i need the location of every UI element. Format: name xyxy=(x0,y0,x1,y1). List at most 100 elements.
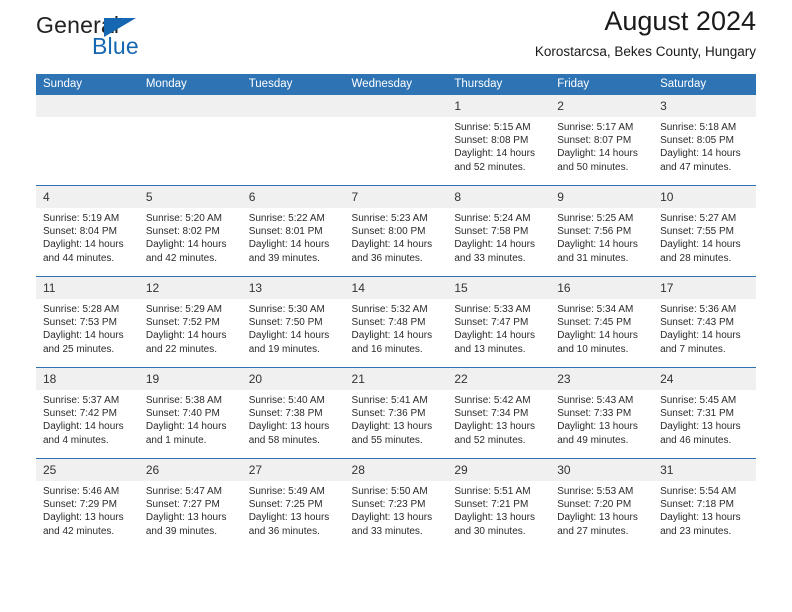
calendar-day-cell[interactable]: 7 Sunrise: 5:23 AM Sunset: 8:00 PM Daylight… xyxy=(344,185,448,277)
calendar-day-cell[interactable]: 5 Sunrise: 5:20 AM Sunset: 8:02 PM Daylight… xyxy=(138,185,242,277)
calendar-week-row: 11 Sunrise: 5:28 AM Sunset: 7:53 PM Dayligh… xyxy=(36,276,756,368)
calendar-day-cell[interactable]: 25 Sunrise: 5:46 AM Sunset: 7:29 PM Dayligh… xyxy=(36,458,139,549)
daylight-text: Daylight: 14 hours and 4 minutes. xyxy=(43,421,124,446)
sunset-text: Sunset: 7:25 PM xyxy=(248,499,323,511)
daylight-text: Daylight: 14 hours and 33 minutes. xyxy=(454,239,535,264)
daylight-text: Daylight: 14 hours and 42 minutes. xyxy=(145,239,227,264)
calendar-day-cell-empty xyxy=(36,95,139,186)
day-details: Sunrise: 5:27 AM Sunset: 7:55 PM Daylight:… xyxy=(653,208,756,265)
calendar-day-cell[interactable]: 11 Sunrise: 5:28 AM Sunset: 7:53 PM Dayligh… xyxy=(36,276,139,368)
sunset-text: Sunset: 7:48 PM xyxy=(351,317,426,329)
calendar-day-cell[interactable]: 16 Sunrise: 5:34 AM Sunset: 7:45 PM Dayligh… xyxy=(550,276,654,368)
calendar-day-cell[interactable]: 12 Sunrise: 5:29 AM Sunset: 7:52 PM Dayligh… xyxy=(138,276,242,368)
daylight-text: Daylight: 14 hours and 7 minutes. xyxy=(660,330,741,355)
sunset-text: Sunset: 7:53 PM xyxy=(43,317,117,329)
calendar-day-cell[interactable]: 24 Sunrise: 5:45 AM Sunset: 7:31 PM Dayligh… xyxy=(653,367,756,459)
calendar-day-cell[interactable]: 10 Sunrise: 5:27 AM Sunset: 7:55 PM Dayligh… xyxy=(653,185,756,277)
sunset-text: Sunset: 7:34 PM xyxy=(454,408,529,420)
calendar-day-cell[interactable]: 26 Sunrise: 5:47 AM Sunset: 7:27 PM Dayligh… xyxy=(138,458,242,549)
calendar-day-cell[interactable]: 2 Sunrise: 5:17 AM Sunset: 8:07 PM Daylight… xyxy=(550,95,654,186)
day-number: 22 xyxy=(447,368,551,390)
sunset-text: Sunset: 7:27 PM xyxy=(145,499,220,511)
sunrise-text: Sunrise: 5:27 AM xyxy=(660,213,737,224)
daylight-text: Daylight: 13 hours and 58 minutes. xyxy=(248,421,330,446)
calendar-day-cell[interactable]: 14 Sunrise: 5:32 AM Sunset: 7:48 PM Dayligh… xyxy=(344,276,448,368)
calendar-day-cell[interactable]: 29 Sunrise: 5:51 AM Sunset: 7:21 PM Dayligh… xyxy=(447,458,551,549)
day-details: Sunrise: 5:18 AM Sunset: 8:05 PM Daylight:… xyxy=(653,117,756,174)
sunset-text: Sunset: 7:18 PM xyxy=(660,499,734,511)
calendar-day-cell-empty xyxy=(138,95,242,186)
page-header: General Blue August 2024 Korostarcsa, Be… xyxy=(36,0,756,74)
day-details: Sunrise: 5:37 AM Sunset: 7:42 PM Daylight:… xyxy=(36,390,139,447)
weekday-header-monday: Monday xyxy=(138,74,242,95)
calendar-page: General Blue August 2024 Korostarcsa, Be… xyxy=(0,0,792,612)
day-number: 12 xyxy=(138,277,242,299)
sunrise-text: Sunrise: 5:29 AM xyxy=(145,304,222,315)
calendar-day-cell[interactable]: 15 Sunrise: 5:33 AM Sunset: 7:47 PM Dayligh… xyxy=(447,276,551,368)
weekday-header-friday: Friday xyxy=(550,74,654,95)
calendar-day-cell[interactable]: 1 Sunrise: 5:15 AM Sunset: 8:08 PM Daylight… xyxy=(447,95,551,186)
calendar-day-cell[interactable]: 8 Sunrise: 5:24 AM Sunset: 7:58 PM Daylight… xyxy=(447,185,551,277)
calendar-day-cell[interactable]: 18 Sunrise: 5:37 AM Sunset: 7:42 PM Dayligh… xyxy=(36,367,139,459)
day-details: Sunrise: 5:25 AM Sunset: 7:56 PM Daylight:… xyxy=(550,208,653,265)
sunset-text: Sunset: 7:56 PM xyxy=(557,226,632,238)
calendar-week-row: 25 Sunrise: 5:46 AM Sunset: 7:29 PM Dayligh… xyxy=(36,458,756,549)
day-number: 18 xyxy=(36,368,139,390)
day-number: 16 xyxy=(550,277,654,299)
calendar-day-cell[interactable]: 3 Sunrise: 5:18 AM Sunset: 8:05 PM Daylight… xyxy=(653,95,756,186)
sunrise-text: Sunrise: 5:28 AM xyxy=(43,304,120,315)
day-number: 2 xyxy=(550,95,654,117)
day-number: 19 xyxy=(138,368,242,390)
calendar-day-cell[interactable]: 30 Sunrise: 5:53 AM Sunset: 7:20 PM Dayligh… xyxy=(550,458,654,549)
day-details: Sunrise: 5:42 AM Sunset: 7:34 PM Daylight:… xyxy=(447,390,550,447)
calendar-day-cell-empty xyxy=(241,95,345,186)
sunset-text: Sunset: 7:36 PM xyxy=(351,408,426,420)
sunrise-text: Sunrise: 5:49 AM xyxy=(248,486,325,497)
daylight-text: Daylight: 14 hours and 28 minutes. xyxy=(660,239,741,264)
calendar-day-cell[interactable]: 13 Sunrise: 5:30 AM Sunset: 7:50 PM Dayligh… xyxy=(241,276,345,368)
day-number: 25 xyxy=(36,459,139,481)
sunset-text: Sunset: 8:08 PM xyxy=(454,135,529,147)
sunrise-text: Sunrise: 5:41 AM xyxy=(351,395,428,406)
logo-text-blue: Blue xyxy=(92,33,139,59)
calendar-day-cell[interactable]: 21 Sunrise: 5:41 AM Sunset: 7:36 PM Dayligh… xyxy=(344,367,448,459)
day-number: 23 xyxy=(550,368,654,390)
calendar-day-cell[interactable]: 22 Sunrise: 5:42 AM Sunset: 7:34 PM Dayligh… xyxy=(447,367,551,459)
day-details: Sunrise: 5:50 AM Sunset: 7:23 PM Daylight:… xyxy=(345,481,448,538)
general-blue-logo[interactable]: General Blue xyxy=(36,12,236,64)
day-details: Sunrise: 5:51 AM Sunset: 7:21 PM Daylight:… xyxy=(447,481,550,538)
sunrise-text: Sunrise: 5:45 AM xyxy=(660,395,737,406)
daylight-text: Daylight: 13 hours and 23 minutes. xyxy=(660,512,741,537)
calendar-day-cell[interactable]: 20 Sunrise: 5:40 AM Sunset: 7:38 PM Dayligh… xyxy=(241,367,345,459)
calendar-day-cell[interactable]: 6 Sunrise: 5:22 AM Sunset: 8:01 PM Daylight… xyxy=(241,185,345,277)
day-details: Sunrise: 5:34 AM Sunset: 7:45 PM Daylight:… xyxy=(550,299,653,356)
sunset-text: Sunset: 8:04 PM xyxy=(43,226,117,238)
weekday-header-thursday: Thursday xyxy=(447,74,551,95)
calendar-day-cell[interactable]: 19 Sunrise: 5:38 AM Sunset: 7:40 PM Dayligh… xyxy=(138,367,242,459)
day-number: 9 xyxy=(550,186,654,208)
day-number: 21 xyxy=(344,368,448,390)
day-number: 1 xyxy=(447,95,551,117)
sunset-text: Sunset: 7:45 PM xyxy=(557,317,632,329)
calendar-day-cell[interactable]: 9 Sunrise: 5:25 AM Sunset: 7:56 PM Daylight… xyxy=(550,185,654,277)
calendar-day-cell[interactable]: 27 Sunrise: 5:49 AM Sunset: 7:25 PM Dayligh… xyxy=(241,458,345,549)
daylight-text: Daylight: 13 hours and 46 minutes. xyxy=(660,421,741,446)
sunset-text: Sunset: 7:50 PM xyxy=(248,317,323,329)
calendar-day-cell[interactable]: 23 Sunrise: 5:43 AM Sunset: 7:33 PM Dayligh… xyxy=(550,367,654,459)
daylight-text: Daylight: 14 hours and 1 minute. xyxy=(145,421,227,446)
sunset-text: Sunset: 7:38 PM xyxy=(248,408,323,420)
calendar-day-cell[interactable]: 17 Sunrise: 5:36 AM Sunset: 7:43 PM Dayligh… xyxy=(653,276,756,368)
day-details: Sunrise: 5:40 AM Sunset: 7:38 PM Daylight:… xyxy=(242,390,345,447)
calendar-day-cell[interactable]: 4 Sunrise: 5:19 AM Sunset: 8:04 PM Daylight… xyxy=(36,185,139,277)
daylight-text: Daylight: 14 hours and 10 minutes. xyxy=(557,330,638,355)
day-number: 6 xyxy=(241,186,345,208)
day-details: Sunrise: 5:32 AM Sunset: 7:48 PM Daylight:… xyxy=(345,299,448,356)
sunset-text: Sunset: 7:43 PM xyxy=(660,317,734,329)
day-number: 26 xyxy=(138,459,242,481)
calendar-day-cell[interactable]: 28 Sunrise: 5:50 AM Sunset: 7:23 PM Dayligh… xyxy=(344,458,448,549)
day-details: Sunrise: 5:46 AM Sunset: 7:29 PM Daylight:… xyxy=(36,481,139,538)
sunset-text: Sunset: 7:58 PM xyxy=(454,226,529,238)
calendar-day-cell[interactable]: 31 Sunrise: 5:54 AM Sunset: 7:18 PM Dayligh… xyxy=(653,458,756,549)
day-number: 24 xyxy=(653,368,756,390)
day-details: Sunrise: 5:53 AM Sunset: 7:20 PM Daylight:… xyxy=(550,481,653,538)
